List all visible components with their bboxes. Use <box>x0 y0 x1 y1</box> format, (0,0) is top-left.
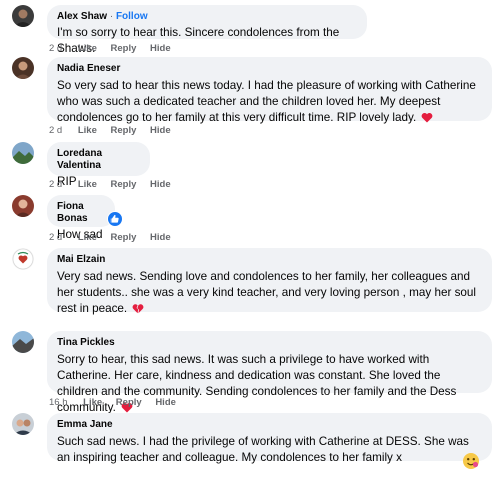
reply-button[interactable]: Reply <box>111 43 137 54</box>
reply-button[interactable]: Reply <box>111 232 137 243</box>
comment-bubble: Emma Jane Such sad news. I had the privi… <box>47 413 492 464</box>
reply-button[interactable]: Reply <box>111 179 137 190</box>
like-button[interactable]: Like <box>83 397 102 408</box>
comment-bubble: Tina Pickles Sorry to hear, this sad new… <box>47 331 492 414</box>
like-button[interactable]: Like <box>78 125 97 136</box>
avatar[interactable] <box>12 5 34 27</box>
hide-button[interactable]: Hide <box>150 179 171 190</box>
avatar[interactable] <box>12 142 34 164</box>
author-name[interactable]: Emma Jane <box>57 419 482 431</box>
separator-dot: · <box>109 11 114 22</box>
like-button[interactable]: Like <box>78 232 97 243</box>
timestamp[interactable]: 2 d <box>49 43 62 54</box>
timestamp[interactable]: 2 d <box>49 125 62 136</box>
comment-bubble: Nadia Eneser So very sad to hear this ne… <box>47 57 492 124</box>
author-name[interactable]: Tina Pickles <box>57 337 482 349</box>
author-name[interactable]: Loredana Valentina <box>57 148 140 172</box>
timestamp[interactable]: 2 d <box>49 179 62 190</box>
hide-button[interactable]: Hide <box>150 232 171 243</box>
broken-heart-icon <box>132 303 144 319</box>
comment-text: Very sad news. Sending love and condolen… <box>57 270 477 315</box>
like-button[interactable]: Like <box>78 179 97 190</box>
avatar[interactable] <box>12 57 34 79</box>
comment-text: Such sad news. I had the privilege of wo… <box>57 435 469 464</box>
avatar[interactable] <box>12 195 34 217</box>
hide-button[interactable]: Hide <box>150 125 171 136</box>
hide-button[interactable]: Hide <box>155 397 176 408</box>
comment-actions: 2 d Like Reply Hide <box>49 179 182 190</box>
author-name[interactable]: Mai Elzain <box>57 254 482 266</box>
timestamp[interactable]: 16 h <box>49 397 68 408</box>
emoji-picker-icon[interactable] <box>462 452 480 470</box>
comment-text: So very sad to hear this news today. I h… <box>57 79 476 124</box>
comment-actions: 2 d Like Reply Hide <box>49 125 182 136</box>
heart-icon <box>421 112 433 128</box>
reply-button[interactable]: Reply <box>111 125 137 136</box>
like-button[interactable]: Like <box>78 43 97 54</box>
avatar[interactable] <box>12 413 34 435</box>
author-name[interactable]: Fiona Bonas <box>57 201 105 225</box>
timestamp[interactable]: 2 d <box>49 232 62 243</box>
avatar[interactable] <box>12 331 34 353</box>
follow-link[interactable]: Follow <box>116 11 148 22</box>
comment-actions: 2 d Like Reply Hide <box>49 232 182 243</box>
reply-button[interactable]: Reply <box>116 397 142 408</box>
comment-bubble: Loredana Valentina RIP <box>47 142 150 188</box>
comment-bubble: Alex Shaw · Follow I'm so sorry to hear … <box>47 5 367 55</box>
like-reaction-icon[interactable] <box>107 211 123 227</box>
comment-actions: 16 h Like Reply Hide <box>49 397 187 408</box>
comment-actions: 2 d Like Reply Hide <box>49 43 182 54</box>
avatar[interactable] <box>12 248 34 270</box>
author-name[interactable]: Nadia Eneser <box>57 63 482 75</box>
author-name[interactable]: Alex Shaw <box>57 11 107 22</box>
comment-bubble: Mai Elzain Very sad news. Sending love a… <box>47 248 492 315</box>
comment-bubble: Fiona Bonas How sad <box>47 195 115 241</box>
hide-button[interactable]: Hide <box>150 43 171 54</box>
